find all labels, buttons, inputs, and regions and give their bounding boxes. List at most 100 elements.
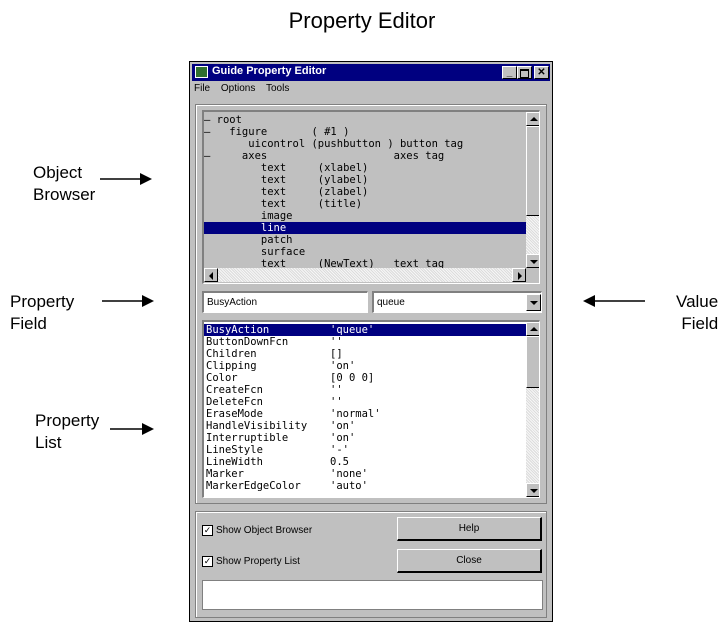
object-browser-item[interactable]: – figure ( #1 ) xyxy=(204,126,526,138)
property-name: LineStyle xyxy=(206,444,263,456)
property-name: ButtonDownFcn xyxy=(206,336,289,348)
show-property-list-checkbox[interactable]: ✓ Show Property List xyxy=(202,556,300,568)
property-name: Marker xyxy=(206,468,244,480)
callout-property-list-line1: Property xyxy=(35,411,100,430)
object-browser-item[interactable]: text (zlabel) xyxy=(204,186,526,198)
callout-property-list-line2: List xyxy=(35,433,62,452)
arrow-down-icon xyxy=(530,489,538,493)
property-value: [] xyxy=(330,348,343,360)
property-name: Clipping xyxy=(206,360,257,372)
value-field[interactable]: queue xyxy=(372,291,542,313)
property-list-row[interactable]: Clipping 'on' xyxy=(204,360,526,372)
property-name: Color xyxy=(206,372,238,384)
help-button[interactable]: Help xyxy=(397,517,542,541)
callout-arrow-object-browser xyxy=(100,173,152,185)
menu-options[interactable]: Options xyxy=(221,83,255,94)
property-field[interactable]: BusyAction xyxy=(202,291,368,313)
property-editor-window: Guide Property Editor _ ✕ File Options T… xyxy=(189,61,553,622)
property-list-vscroll[interactable] xyxy=(526,322,539,497)
property-list-row[interactable]: Color [0 0 0] xyxy=(204,372,526,384)
property-name: LineWidth xyxy=(206,456,263,468)
property-list-row[interactable]: LineWidth 0.5 xyxy=(204,456,526,468)
callout-arrow-property-field xyxy=(102,295,154,307)
property-name: HandleVisibility xyxy=(206,420,308,432)
scroll-right-button[interactable] xyxy=(512,268,526,282)
object-browser-item[interactable]: surface xyxy=(204,246,526,258)
menu-file[interactable]: File xyxy=(194,83,210,94)
property-list-row[interactable]: EraseMode 'normal' xyxy=(204,408,526,420)
object-browser-item[interactable]: – root xyxy=(204,114,526,126)
scroll-up-button[interactable] xyxy=(526,322,539,336)
window-titlebar[interactable]: Guide Property Editor _ ✕ xyxy=(192,64,550,81)
scroll-down-button[interactable] xyxy=(526,483,539,497)
scroll-left-button[interactable] xyxy=(204,268,218,282)
window-title: Guide Property Editor xyxy=(212,65,327,77)
minimize-icon: _ xyxy=(506,67,513,78)
maximize-icon xyxy=(520,69,529,78)
property-list-row[interactable]: Marker 'none' xyxy=(204,468,526,480)
callout-arrow-value-field xyxy=(583,295,645,307)
object-browser-hscroll[interactable] xyxy=(204,268,526,282)
figure-title: Property Editor xyxy=(288,8,436,33)
callout-property-field-line1: Property xyxy=(10,292,75,311)
property-value: '-' xyxy=(330,444,349,456)
show-object-browser-checkbox[interactable]: ✓ Show Object Browser xyxy=(202,525,312,537)
close-icon: ✕ xyxy=(537,67,546,78)
callout-value-field-line1: Value xyxy=(676,292,719,311)
property-value: 'none' xyxy=(330,468,368,480)
object-browser-vscroll[interactable] xyxy=(526,112,539,268)
object-browser-item[interactable]: text (ylabel) xyxy=(204,174,526,186)
arrow-left-icon xyxy=(209,272,213,280)
callout-object-browser-line1: Object xyxy=(33,163,83,182)
object-browser-item[interactable]: – axes axes tag xyxy=(204,150,526,162)
property-list[interactable]: BusyAction'queue' ButtonDownFcn '' Children… xyxy=(202,320,540,498)
close-button[interactable]: Close xyxy=(397,549,542,573)
property-name: DeleteFcn xyxy=(206,396,263,408)
value-dropdown-button[interactable] xyxy=(526,294,541,311)
property-list-row[interactable]: BusyAction 'queue' xyxy=(204,324,526,336)
property-list-row[interactable]: Interruptible 'on' xyxy=(204,432,526,444)
minimize-button[interactable]: _ xyxy=(502,66,517,79)
arrow-up-icon xyxy=(530,117,538,121)
scroll-up-button[interactable] xyxy=(526,112,539,126)
property-name: BusyAction xyxy=(206,324,270,336)
property-name: MarkerEdgeColor xyxy=(206,480,301,492)
close-window-button[interactable]: ✕ xyxy=(534,66,549,79)
property-value: 0.5 xyxy=(330,456,349,468)
object-browser-item[interactable]: line xyxy=(204,222,526,234)
property-list-row[interactable]: HandleVisibility 'on' xyxy=(204,420,526,432)
property-list-row[interactable]: CreateFcn '' xyxy=(204,384,526,396)
checkbox-icon: ✓ xyxy=(202,556,213,567)
object-browser-item[interactable]: text (title) xyxy=(204,198,526,210)
property-list-row[interactable]: LineStyle '-' xyxy=(204,444,526,456)
object-browser[interactable]: – root – figure ( #1 ) uicontrol (pushbut… xyxy=(202,110,540,284)
property-list-row[interactable]: DeleteFcn '' xyxy=(204,396,526,408)
property-name: Children xyxy=(206,348,257,360)
object-browser-item[interactable]: patch xyxy=(204,234,526,246)
scroll-thumb[interactable] xyxy=(526,126,539,216)
app-icon xyxy=(195,66,208,78)
object-browser-item[interactable]: text (xlabel) xyxy=(204,162,526,174)
object-browser-item[interactable]: image xyxy=(204,210,526,222)
scroll-down-button[interactable] xyxy=(526,254,539,268)
property-list-row[interactable]: Children [] xyxy=(204,348,526,360)
object-browser-item[interactable]: uicontrol (pushbutton ) button tag xyxy=(204,138,526,150)
property-value: 'auto' xyxy=(330,480,368,492)
callout-property-list: Property List xyxy=(35,410,99,454)
property-value: '' xyxy=(330,336,343,348)
property-list-row[interactable]: ButtonDownFcn '' xyxy=(204,336,526,348)
property-value: '' xyxy=(330,384,343,396)
scroll-thumb[interactable] xyxy=(526,336,539,388)
property-value: 'on' xyxy=(330,360,356,372)
callout-property-field: Property Field xyxy=(10,291,74,335)
callout-object-browser-line2: Browser xyxy=(33,185,96,204)
property-list-row[interactable]: MarkerEdgeColor 'auto' xyxy=(204,480,526,492)
maximize-button[interactable] xyxy=(517,66,532,79)
callout-object-browser: Object Browser xyxy=(33,162,95,206)
arrow-right-icon xyxy=(518,272,522,280)
property-value: 'queue' xyxy=(330,324,375,336)
property-name: Interruptible xyxy=(206,432,289,444)
property-value: 'normal' xyxy=(330,408,381,420)
status-area xyxy=(202,580,543,610)
menu-tools[interactable]: Tools xyxy=(266,83,289,94)
